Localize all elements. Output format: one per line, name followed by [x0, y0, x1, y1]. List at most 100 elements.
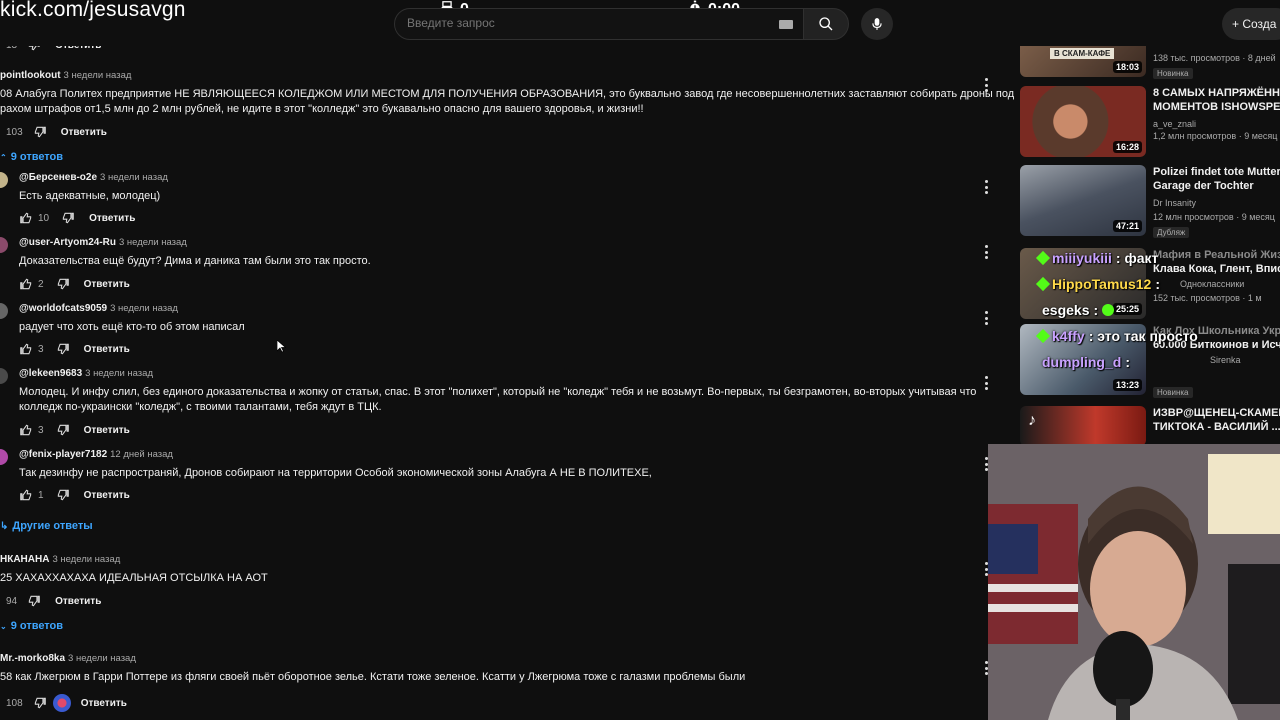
video-title-line: Polizei findet tote Mutter in	[1153, 166, 1280, 178]
comments-section: 13 Ответить pointlookout3 недели назад 0…	[0, 0, 1014, 720]
reply-actions: 3 Ответить	[19, 342, 130, 356]
comment-text: 25 ХАХАХХАХАХА ИДЕАЛЬНАЯ ОТСЫЛКА НА АОТ	[0, 572, 268, 584]
comment-author[interactable]: Mr.-morko8ka	[0, 653, 65, 664]
replies-toggle[interactable]: ⌄ 9 ответов	[0, 620, 63, 632]
like-icon[interactable]	[19, 342, 33, 356]
reply-author-row: @Берсенев-о2е 3 недели назад	[19, 172, 168, 183]
channel-name[interactable]: Dr Insanity	[1153, 198, 1196, 208]
channel-name[interactable]: a_ve_znali	[1153, 119, 1196, 129]
chat-username: esgeks	[1042, 302, 1090, 318]
video-duration: 13:23	[1112, 379, 1142, 391]
reply-time[interactable]: 3 недели назад	[100, 172, 168, 183]
video-duration: 18:03	[1112, 61, 1142, 73]
video-views: 138 тыс. просмотров · 8 дней	[1153, 53, 1276, 63]
reply-button[interactable]: Ответить	[84, 425, 130, 436]
dislike-icon[interactable]	[56, 277, 70, 291]
reply-button[interactable]: Ответить	[84, 490, 130, 501]
reply-button[interactable]: Ответить	[84, 344, 130, 355]
video-views: 12 млн просмотров · 9 месяц	[1153, 212, 1275, 222]
dislike-icon[interactable]	[56, 488, 70, 502]
comment-actions: 94 Ответить	[6, 594, 101, 608]
reply-time[interactable]: 3 недели назад	[119, 237, 187, 248]
like-icon[interactable]	[19, 423, 33, 437]
dislike-icon[interactable]	[33, 696, 47, 710]
avatar[interactable]	[0, 449, 8, 465]
reply-author[interactable]: @Берсенев-о2е	[19, 172, 97, 183]
video-views: 1,2 млн просмотров · 9 месяц	[1153, 131, 1278, 141]
comment-time[interactable]: 3 недели назад	[52, 554, 120, 565]
like-count: 2	[38, 278, 44, 290]
dislike-icon[interactable]	[33, 125, 47, 139]
avatar[interactable]	[0, 303, 8, 319]
video-title-line: МОМЕНТОВ ISHOWSPEED	[1153, 101, 1280, 113]
subscriber-badge-icon	[1035, 250, 1051, 266]
reply-button[interactable]: Ответить	[84, 279, 130, 290]
create-button[interactable]: + Созда	[1222, 8, 1280, 40]
avatar[interactable]	[0, 237, 8, 253]
more-menu-icon[interactable]	[983, 78, 989, 92]
video-thumbnail[interactable]: ♪	[1020, 406, 1146, 446]
replies-toggle-label: 9 ответов	[10, 620, 64, 632]
new-badge: Новинка	[1153, 68, 1193, 79]
reply-actions: 1 Ответить	[19, 488, 130, 502]
comment-time[interactable]: 3 недели назад	[68, 653, 136, 664]
dislike-icon[interactable]	[27, 594, 41, 608]
reply-text-line: Молодец. И инфу слил, без единого доказа…	[19, 386, 977, 398]
chat-message: esgeks :	[1042, 302, 1115, 318]
chat-text: :	[1125, 354, 1130, 370]
chat-username: dumpling_d	[1042, 354, 1122, 370]
voice-search-button[interactable]	[861, 8, 893, 40]
chat-text: :	[1093, 302, 1099, 318]
reply-time[interactable]: 12 дней назад	[110, 449, 173, 460]
like-count: 3	[38, 424, 44, 436]
comment-author[interactable]: НКАНАНА	[0, 554, 49, 565]
reply-author-row: @lekeen9683 3 недели назад	[19, 368, 153, 379]
related-video-card[interactable]: 16:28 8 САМЫХ НАПРЯЖЁННЫ МОМЕНТОВ ISHOWS…	[1020, 86, 1280, 160]
video-title-line: Garage der Tochter	[1153, 180, 1254, 192]
chat-message: HippoTamus12 :	[1035, 276, 1160, 292]
reply-time[interactable]: 3 недели назад	[110, 303, 178, 314]
more-menu-icon[interactable]	[983, 311, 989, 325]
reply-arrow-icon: ↳	[0, 520, 9, 532]
replies-toggle[interactable]: ⌃ 9 ответов	[0, 151, 63, 163]
like-icon[interactable]	[19, 488, 33, 502]
chat-message: miiiyukiii : факт	[1035, 250, 1158, 266]
comment-text-line: 08 Алабуга Политех предприятие НЕ ЯВЛЯЮЩ…	[0, 88, 1015, 100]
more-menu-icon[interactable]	[983, 180, 989, 194]
avatar[interactable]	[0, 368, 8, 384]
comment-time[interactable]: 3 недели назад	[64, 70, 132, 81]
reply-button[interactable]: Ответить	[61, 127, 107, 138]
reply-button[interactable]: Ответить	[81, 698, 127, 709]
reply-author-row: @fenix-player7182 12 дней назад	[19, 449, 173, 460]
more-menu-icon[interactable]	[983, 245, 989, 259]
reply-author[interactable]: @worldofcats9059	[19, 303, 107, 314]
dislike-icon[interactable]	[61, 211, 75, 225]
video-duration: 16:28	[1112, 141, 1142, 153]
more-menu-icon[interactable]	[983, 376, 989, 390]
search-button[interactable]	[803, 8, 849, 40]
top-bar: kick.com/jesusavgn 0 0:00 + Созда	[0, 0, 1280, 46]
stream-url-overlay: kick.com/jesusavgn	[0, 0, 186, 21]
comment-author[interactable]: pointlookout	[0, 70, 61, 81]
search-input[interactable]	[407, 16, 767, 30]
avatar[interactable]	[0, 172, 8, 188]
reply-author[interactable]: @lekeen9683	[19, 368, 82, 379]
more-replies-button[interactable]: ↳ Другие ответы	[0, 520, 93, 532]
stream-chat-overlay: miiiyukiii : факт HippoTamus12 : esgeks …	[1020, 248, 1280, 378]
reply-author[interactable]: @user-Artyom24-Ru	[19, 237, 116, 248]
dislike-icon[interactable]	[56, 423, 70, 437]
search-icon	[819, 17, 833, 31]
reply-author[interactable]: @fenix-player7182	[19, 449, 107, 460]
related-video-card[interactable]: 47:21 Polizei findet tote Mutter in Gara…	[1020, 165, 1280, 239]
keyboard-icon[interactable]	[779, 20, 793, 29]
like-icon[interactable]	[19, 211, 33, 225]
dislike-icon[interactable]	[56, 342, 70, 356]
webcam-image	[988, 444, 1280, 720]
video-thumbnail[interactable]: 47:21	[1020, 165, 1146, 236]
reply-button[interactable]: Ответить	[89, 213, 135, 224]
reply-time[interactable]: 3 недели назад	[85, 368, 153, 379]
reply-button[interactable]: Ответить	[55, 596, 101, 607]
reply-actions: 10 Ответить	[19, 211, 135, 225]
video-thumbnail[interactable]: 16:28	[1020, 86, 1146, 157]
like-icon[interactable]	[19, 277, 33, 291]
